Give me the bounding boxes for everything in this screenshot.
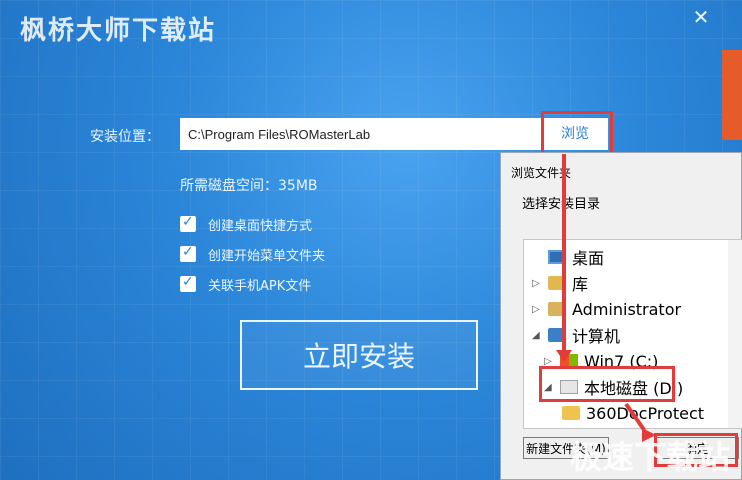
folder-icon [562,406,580,420]
tree-node-administrator[interactable]: ▷ Administrator [532,298,681,320]
arrow-line [562,154,566,359]
drive-highlight [539,366,675,402]
dialog-prompt: 选择安装目录 [522,197,601,212]
watermark-text: 极速下载站 [570,438,731,476]
checkbox[interactable] [180,244,196,262]
expand-arrow-icon: ▷ [532,303,540,315]
browse-folder-dialog: 浏览文件夹 选择安装目录 桌面 ▷ 库 ▷ Administrator ◢ 计算… [500,152,742,480]
tree-node-label: 库 [572,275,589,294]
install-location-label: 安装位置： [90,129,160,145]
option-start-menu[interactable]: 创建开始菜单文件夹 [180,244,326,264]
tree-node-computer[interactable]: ◢ 计算机 [532,324,620,346]
tree-node-library[interactable]: ▷ 库 [532,272,588,294]
close-icon[interactable]: ✕ [690,6,712,28]
option-label: 创建开始菜单文件夹 [208,248,326,264]
option-label: 创建桌面快捷方式 [208,218,313,234]
option-apk-association[interactable]: 关联手机APK文件 [180,274,312,294]
installer-window: 枫桥大师下载站 ✕ 安装位置： 浏览 所需磁盘空间：35MB 创建桌面快捷方式 … [0,0,742,480]
side-strip [722,50,742,140]
option-label: 关联手机APK文件 [208,278,312,294]
collapse-arrow-icon: ◢ [532,329,540,341]
install-now-button[interactable]: 立即安装 [240,320,478,390]
tree-node-desktop[interactable]: 桌面 [532,246,604,268]
tree-node-label: Administrator [572,299,682,319]
tree-node-label: 桌面 [572,249,605,268]
window-title: 枫桥大师下载站 [20,16,217,46]
expand-arrow-icon: ▷ [532,277,540,289]
tree-node-label: 计算机 [572,327,621,346]
expand-arrow-icon: ▷ [544,355,552,367]
checkbox[interactable] [180,214,196,232]
tree-scrollbar[interactable] [728,240,742,428]
disk-space-text: 所需磁盘空间：35MB [180,178,318,194]
checkbox[interactable] [180,274,196,292]
option-desktop-shortcut[interactable]: 创建桌面快捷方式 [180,214,313,234]
tree-node-label: 360DocProtect [586,403,705,423]
browse-highlight [541,111,613,155]
install-path-input[interactable] [180,118,542,150]
